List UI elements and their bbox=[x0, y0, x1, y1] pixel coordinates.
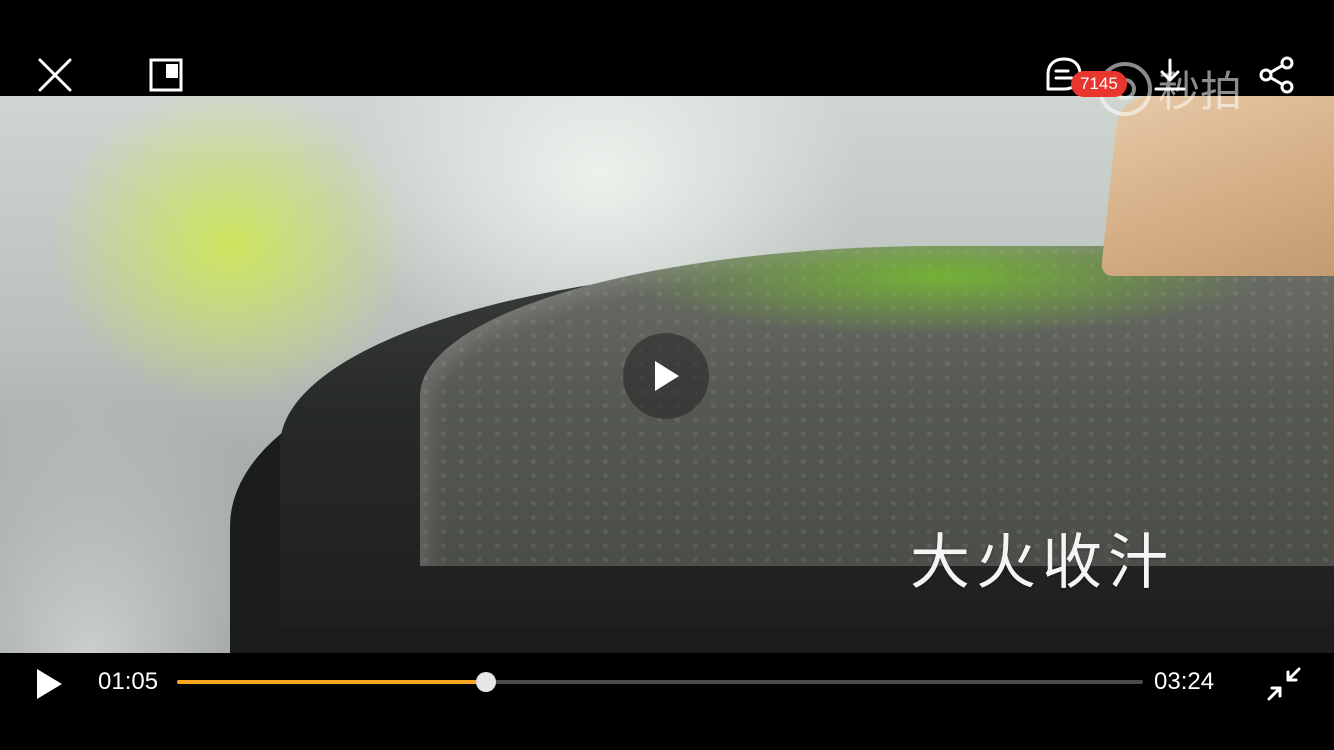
progress-fill bbox=[177, 680, 487, 684]
pot-lid bbox=[420, 246, 1334, 566]
exit-fullscreen-button[interactable] bbox=[1262, 662, 1306, 706]
close-icon bbox=[38, 58, 72, 92]
exit-fullscreen-icon bbox=[1267, 667, 1301, 701]
playback-controls: 01:05 03:24 bbox=[0, 653, 1334, 750]
share-icon bbox=[1259, 56, 1294, 94]
lid-handle bbox=[1100, 96, 1334, 276]
total-time: 03:24 bbox=[1154, 668, 1215, 695]
progress-thumb[interactable] bbox=[476, 672, 497, 692]
share-button[interactable] bbox=[1252, 50, 1302, 100]
video-player-screen: 大火收汁 秒拍 7145 01:05 03:24 bbox=[0, 0, 1334, 750]
current-time: 01:05 bbox=[98, 668, 159, 695]
picture-in-picture-icon bbox=[149, 58, 183, 92]
picture-in-picture-button[interactable] bbox=[141, 50, 191, 100]
video-subtitle: 大火收汁 bbox=[910, 528, 1174, 598]
video-frame[interactable]: 大火收汁 bbox=[0, 96, 1334, 653]
play-icon bbox=[37, 669, 62, 699]
play-button[interactable] bbox=[28, 663, 70, 705]
center-play-button[interactable] bbox=[623, 333, 709, 419]
progress-bar[interactable] bbox=[177, 672, 1143, 692]
watermark-text: 秒拍 bbox=[1158, 68, 1243, 115]
play-icon bbox=[655, 361, 679, 391]
comment-count-badge: 7145 bbox=[1071, 71, 1127, 97]
close-button[interactable] bbox=[30, 50, 80, 100]
